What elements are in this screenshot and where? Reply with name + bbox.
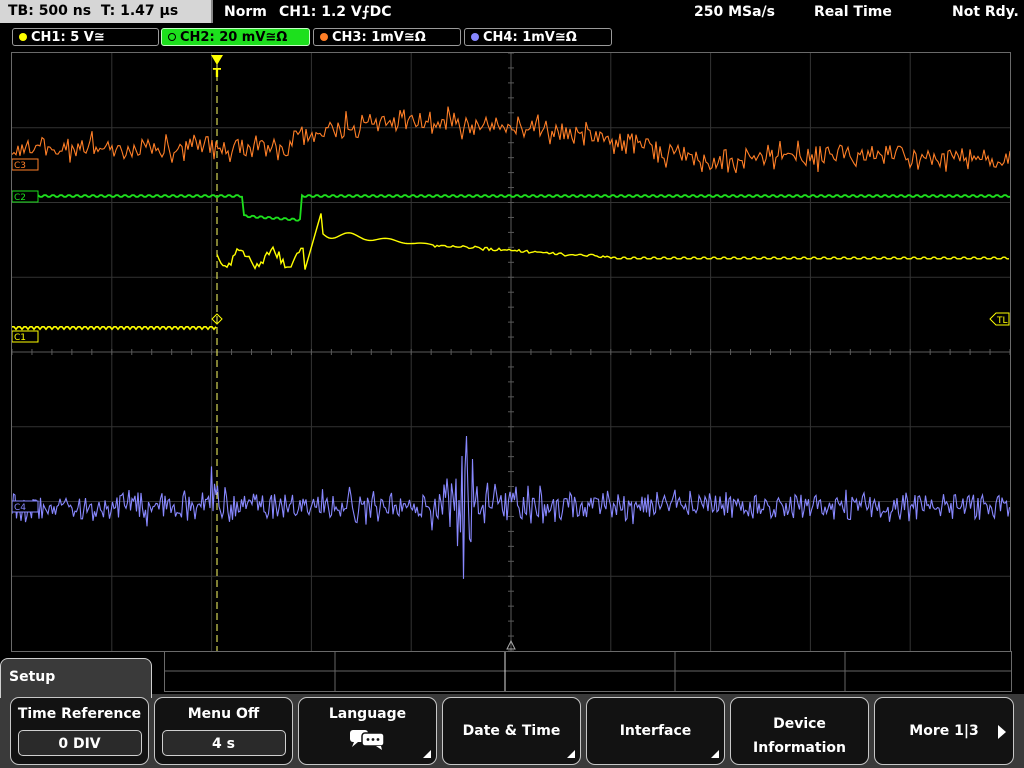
ch2-label: CH2: 20 mV≅Ω — [180, 30, 288, 45]
more-button[interactable]: More 1|3 — [874, 697, 1014, 765]
trigger-setting[interactable]: CH1: 1.2 V⨍DC — [279, 0, 392, 24]
trigger-marker-label: T — [213, 66, 222, 80]
more-label: More 1|3 — [909, 723, 979, 739]
speech-bubbles-icon — [349, 730, 385, 750]
acquisition-mode: Real Time — [814, 4, 892, 20]
channel-tab-ch2[interactable]: CH2: 20 mV≅Ω — [161, 28, 310, 46]
ch1-marker-label: C1 — [14, 333, 26, 343]
submenu-indicator-icon — [711, 750, 719, 758]
ch2-ground-marker[interactable]: C2 — [12, 190, 39, 203]
ch1-waveform — [216, 213, 1009, 271]
language-label: Language — [328, 706, 407, 722]
ch1-ground-marker[interactable]: C1 — [12, 330, 39, 343]
menu-off-value: 4 s — [161, 730, 286, 756]
menu-off-button[interactable]: Menu Off 4 s — [154, 697, 293, 765]
ch3-marker-label: C3 — [14, 161, 26, 171]
ch1-waveform-pretrigger — [12, 325, 217, 331]
date-time-button[interactable]: Date & Time — [442, 697, 581, 765]
waveform-canvas: T C3 C2 C1 C4 TL — [12, 53, 1010, 651]
menu-title-tab: Setup — [0, 658, 152, 698]
ch2-marker-label: C2 — [14, 193, 26, 203]
ch1-dot-icon — [19, 33, 27, 41]
ch3-ground-marker[interactable]: C3 — [12, 158, 39, 171]
menu-title: Setup — [9, 669, 56, 685]
ch2-dot-icon — [168, 33, 176, 41]
ch4-ground-marker[interactable]: C4 — [12, 500, 39, 513]
submenu-indicator-icon — [423, 750, 431, 758]
time-reference-label: Time Reference — [17, 706, 142, 722]
trigger-marker-icon: T — [211, 55, 223, 80]
auxiliary-grid — [165, 652, 1011, 691]
channel-tab-ch3[interactable]: CH3: 1mV≅Ω — [313, 28, 461, 46]
device-information-line2: Information — [753, 740, 846, 756]
submenu-indicator-icon — [567, 750, 575, 758]
date-time-label: Date & Time — [462, 723, 561, 739]
channel-tab-ch4[interactable]: CH4: 1mV≅Ω — [464, 28, 612, 46]
time-reference-button[interactable]: Time Reference 0 DIV — [10, 697, 149, 765]
trigger-level-label: TL — [996, 316, 1008, 326]
trigger-level-marker[interactable]: TL — [989, 312, 1010, 326]
arrow-right-icon — [998, 725, 1006, 739]
time-reference-value: 0 DIV — [17, 730, 142, 756]
ch4-marker-label: C4 — [14, 503, 26, 513]
trigger-slope-icon: ⨍ — [361, 4, 370, 20]
menu-off-label: Menu Off — [187, 706, 260, 722]
interface-button[interactable]: Interface — [586, 697, 725, 765]
trigger-coupling: DC — [369, 4, 392, 20]
ch4-dot-icon — [471, 33, 479, 41]
waveform-display[interactable]: T C3 C2 C1 C4 TL — [11, 52, 1011, 652]
interface-label: Interface — [619, 723, 692, 739]
language-button[interactable]: Language — [298, 697, 437, 765]
device-information-line1: Device — [773, 716, 826, 732]
sample-rate: 250 MSa/s — [694, 4, 776, 20]
trigger-position-value: T: 1.47 µs — [100, 3, 179, 19]
device-information-label: Device Information — [731, 712, 868, 760]
ch3-dot-icon — [320, 33, 328, 41]
trigger-source-level: CH1: 1.2 V — [279, 4, 362, 20]
timebase-box[interactable]: TB: 500 ns T: 1.47 µs — [0, 0, 213, 23]
auxiliary-grid-panel — [164, 651, 1012, 692]
channel-tab-ch1[interactable]: CH1: 5 V≅ — [12, 28, 159, 46]
trigger-mode[interactable]: Norm — [224, 0, 267, 24]
ch3-label: CH3: 1mV≅Ω — [332, 30, 426, 45]
timebase-value: TB: 500 ns — [8, 3, 92, 19]
graticule-grid — [12, 53, 1010, 651]
ch1-label: CH1: 5 V≅ — [31, 30, 105, 45]
acquisition-state: Not Rdy. — [952, 4, 1019, 20]
device-information-button[interactable]: Device Information — [730, 697, 869, 765]
ch4-label: CH4: 1mV≅Ω — [483, 30, 577, 45]
